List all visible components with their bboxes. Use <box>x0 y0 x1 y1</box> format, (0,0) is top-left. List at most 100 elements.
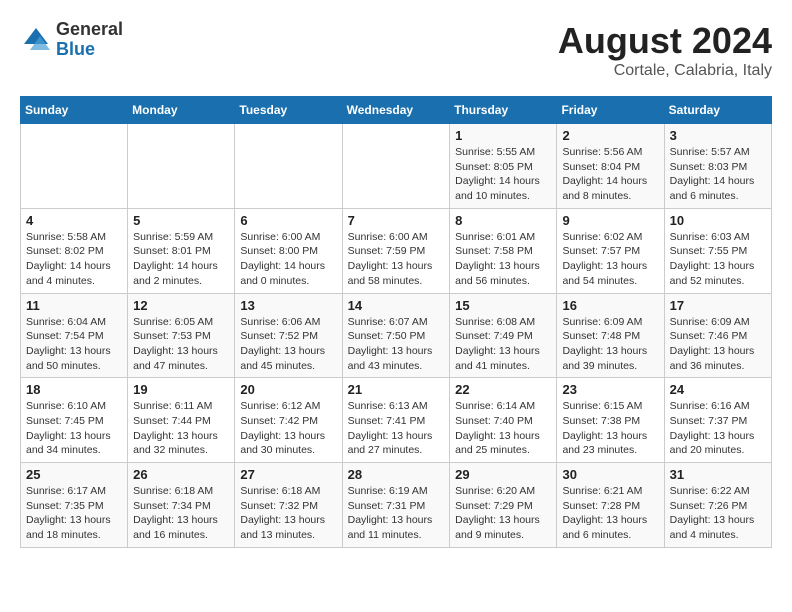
weekday-monday: Monday <box>128 97 235 124</box>
calendar-cell: 16Sunrise: 6:09 AMSunset: 7:48 PMDayligh… <box>557 293 664 378</box>
calendar-week-2: 11Sunrise: 6:04 AMSunset: 7:54 PMDayligh… <box>21 293 772 378</box>
day-number: 13 <box>240 298 336 313</box>
weekday-tuesday: Tuesday <box>235 97 342 124</box>
day-number: 16 <box>562 298 658 313</box>
day-number: 21 <box>348 382 445 397</box>
calendar-cell <box>342 124 450 209</box>
calendar-cell: 31 Sunrise: 6:22 AMSunset: 7:26 PMDayligh… <box>664 463 771 548</box>
calendar-cell: 15 Sunrise: 6:08 AMSunset: 7:49 PMDayligh… <box>450 293 557 378</box>
calendar-cell: 24 Sunrise: 6:16 AMSunset: 7:37 PMDayligh… <box>664 378 771 463</box>
calendar-week-0: 1 Sunrise: 5:55 AMSunset: 8:05 PMDaylight… <box>21 124 772 209</box>
day-number: 2 <box>562 128 658 143</box>
calendar-cell: 2 Sunrise: 5:56 AMSunset: 8:04 PMDaylight… <box>557 124 664 209</box>
logo-general: General <box>56 20 123 40</box>
day-info: Sunrise: 6:20 AMSunset: 7:29 PMDaylight:… <box>455 484 551 543</box>
day-number: 17 <box>670 298 766 313</box>
calendar-cell: 18 Sunrise: 6:10 AMSunset: 7:45 PMDayligh… <box>21 378 128 463</box>
calendar-cell: 26Sunrise: 6:18 AMSunset: 7:34 PMDayligh… <box>128 463 235 548</box>
calendar-cell: 1 Sunrise: 5:55 AMSunset: 8:05 PMDaylight… <box>450 124 557 209</box>
day-info: Sunrise: 6:09 AMSunset: 7:46 PMDaylight:… <box>670 315 766 374</box>
title-block: August 2024 Cortale, Calabria, Italy <box>558 20 772 80</box>
day-number: 27 <box>240 467 336 482</box>
day-info: Sunrise: 6:13 AMSunset: 7:41 PMDaylight:… <box>348 399 445 458</box>
day-number: 15 <box>455 298 551 313</box>
day-number: 29 <box>455 467 551 482</box>
calendar-cell: 8 Sunrise: 6:01 AMSunset: 7:58 PMDaylight… <box>450 208 557 293</box>
logo-blue: Blue <box>56 40 123 60</box>
calendar-cell: 14 Sunrise: 6:07 AMSunset: 7:50 PMDayligh… <box>342 293 450 378</box>
calendar-cell: 3Sunrise: 5:57 AMSunset: 8:03 PMDaylight… <box>664 124 771 209</box>
day-number: 30 <box>562 467 658 482</box>
day-number: 20 <box>240 382 336 397</box>
calendar-cell: 9Sunrise: 6:02 AMSunset: 7:57 PMDaylight… <box>557 208 664 293</box>
day-info: Sunrise: 6:10 AMSunset: 7:45 PMDaylight:… <box>26 399 122 458</box>
day-info: Sunrise: 6:01 AMSunset: 7:58 PMDaylight:… <box>455 230 551 289</box>
day-info: Sunrise: 5:59 AMSunset: 8:01 PMDaylight:… <box>133 230 229 289</box>
day-info: Sunrise: 6:07 AMSunset: 7:50 PMDaylight:… <box>348 315 445 374</box>
day-number: 12 <box>133 298 229 313</box>
calendar-body: 1 Sunrise: 5:55 AMSunset: 8:05 PMDaylight… <box>21 124 772 548</box>
day-info: Sunrise: 5:58 AMSunset: 8:02 PMDaylight:… <box>26 230 122 289</box>
calendar-cell <box>21 124 128 209</box>
calendar-cell: 25Sunrise: 6:17 AMSunset: 7:35 PMDayligh… <box>21 463 128 548</box>
calendar-table: SundayMondayTuesdayWednesdayThursdayFrid… <box>20 96 772 548</box>
weekday-header-row: SundayMondayTuesdayWednesdayThursdayFrid… <box>21 97 772 124</box>
calendar-cell: 23Sunrise: 6:15 AMSunset: 7:38 PMDayligh… <box>557 378 664 463</box>
calendar-cell: 5 Sunrise: 5:59 AMSunset: 8:01 PMDaylight… <box>128 208 235 293</box>
day-info: Sunrise: 6:03 AMSunset: 7:55 PMDaylight:… <box>670 230 766 289</box>
day-info: Sunrise: 6:21 AMSunset: 7:28 PMDaylight:… <box>562 484 658 543</box>
day-number: 31 <box>670 467 766 482</box>
day-info: Sunrise: 6:16 AMSunset: 7:37 PMDaylight:… <box>670 399 766 458</box>
calendar-week-3: 18 Sunrise: 6:10 AMSunset: 7:45 PMDayligh… <box>21 378 772 463</box>
calendar-cell <box>128 124 235 209</box>
logo: General Blue <box>20 20 123 60</box>
calendar-cell: 10 Sunrise: 6:03 AMSunset: 7:55 PMDayligh… <box>664 208 771 293</box>
weekday-saturday: Saturday <box>664 97 771 124</box>
day-info: Sunrise: 6:08 AMSunset: 7:49 PMDaylight:… <box>455 315 551 374</box>
calendar-cell: 17 Sunrise: 6:09 AMSunset: 7:46 PMDayligh… <box>664 293 771 378</box>
day-info: Sunrise: 6:02 AMSunset: 7:57 PMDaylight:… <box>562 230 658 289</box>
day-number: 7 <box>348 213 445 228</box>
calendar-cell: 6Sunrise: 6:00 AMSunset: 8:00 PMDaylight… <box>235 208 342 293</box>
day-number: 22 <box>455 382 551 397</box>
calendar-cell: 28Sunrise: 6:19 AMSunset: 7:31 PMDayligh… <box>342 463 450 548</box>
weekday-sunday: Sunday <box>21 97 128 124</box>
day-info: Sunrise: 6:18 AMSunset: 7:32 PMDaylight:… <box>240 484 336 543</box>
calendar-cell: 20 Sunrise: 6:12 AMSunset: 7:42 PMDayligh… <box>235 378 342 463</box>
calendar-cell: 13 Sunrise: 6:06 AMSunset: 7:52 PMDayligh… <box>235 293 342 378</box>
day-number: 26 <box>133 467 229 482</box>
day-number: 5 <box>133 213 229 228</box>
calendar-week-1: 4Sunrise: 5:58 AMSunset: 8:02 PMDaylight… <box>21 208 772 293</box>
weekday-friday: Friday <box>557 97 664 124</box>
page-header: General Blue August 2024 Cortale, Calabr… <box>20 20 772 80</box>
day-info: Sunrise: 6:06 AMSunset: 7:52 PMDaylight:… <box>240 315 336 374</box>
calendar-cell: 19 Sunrise: 6:11 AMSunset: 7:44 PMDayligh… <box>128 378 235 463</box>
day-info: Sunrise: 6:05 AMSunset: 7:53 PMDaylight:… <box>133 315 229 374</box>
calendar-week-4: 25Sunrise: 6:17 AMSunset: 7:35 PMDayligh… <box>21 463 772 548</box>
title-location: Cortale, Calabria, Italy <box>558 62 772 80</box>
weekday-thursday: Thursday <box>450 97 557 124</box>
day-info: Sunrise: 6:00 AMSunset: 7:59 PMDaylight:… <box>348 230 445 289</box>
weekday-wednesday: Wednesday <box>342 97 450 124</box>
day-number: 8 <box>455 213 551 228</box>
calendar-cell: 12 Sunrise: 6:05 AMSunset: 7:53 PMDayligh… <box>128 293 235 378</box>
day-number: 23 <box>562 382 658 397</box>
day-info: Sunrise: 6:22 AMSunset: 7:26 PMDaylight:… <box>670 484 766 543</box>
day-info: Sunrise: 6:19 AMSunset: 7:31 PMDaylight:… <box>348 484 445 543</box>
calendar-cell: 4Sunrise: 5:58 AMSunset: 8:02 PMDaylight… <box>21 208 128 293</box>
day-number: 25 <box>26 467 122 482</box>
calendar-cell: 29 Sunrise: 6:20 AMSunset: 7:29 PMDayligh… <box>450 463 557 548</box>
day-number: 18 <box>26 382 122 397</box>
day-info: Sunrise: 5:55 AMSunset: 8:05 PMDaylight:… <box>455 145 551 204</box>
day-info: Sunrise: 6:14 AMSunset: 7:40 PMDaylight:… <box>455 399 551 458</box>
day-number: 24 <box>670 382 766 397</box>
day-number: 19 <box>133 382 229 397</box>
day-number: 14 <box>348 298 445 313</box>
calendar-cell: 30 Sunrise: 6:21 AMSunset: 7:28 PMDayligh… <box>557 463 664 548</box>
day-info: Sunrise: 6:11 AMSunset: 7:44 PMDaylight:… <box>133 399 229 458</box>
day-number: 1 <box>455 128 551 143</box>
day-info: Sunrise: 5:56 AMSunset: 8:04 PMDaylight:… <box>562 145 658 204</box>
calendar-cell: 21 Sunrise: 6:13 AMSunset: 7:41 PMDayligh… <box>342 378 450 463</box>
day-info: Sunrise: 6:12 AMSunset: 7:42 PMDaylight:… <box>240 399 336 458</box>
day-number: 10 <box>670 213 766 228</box>
